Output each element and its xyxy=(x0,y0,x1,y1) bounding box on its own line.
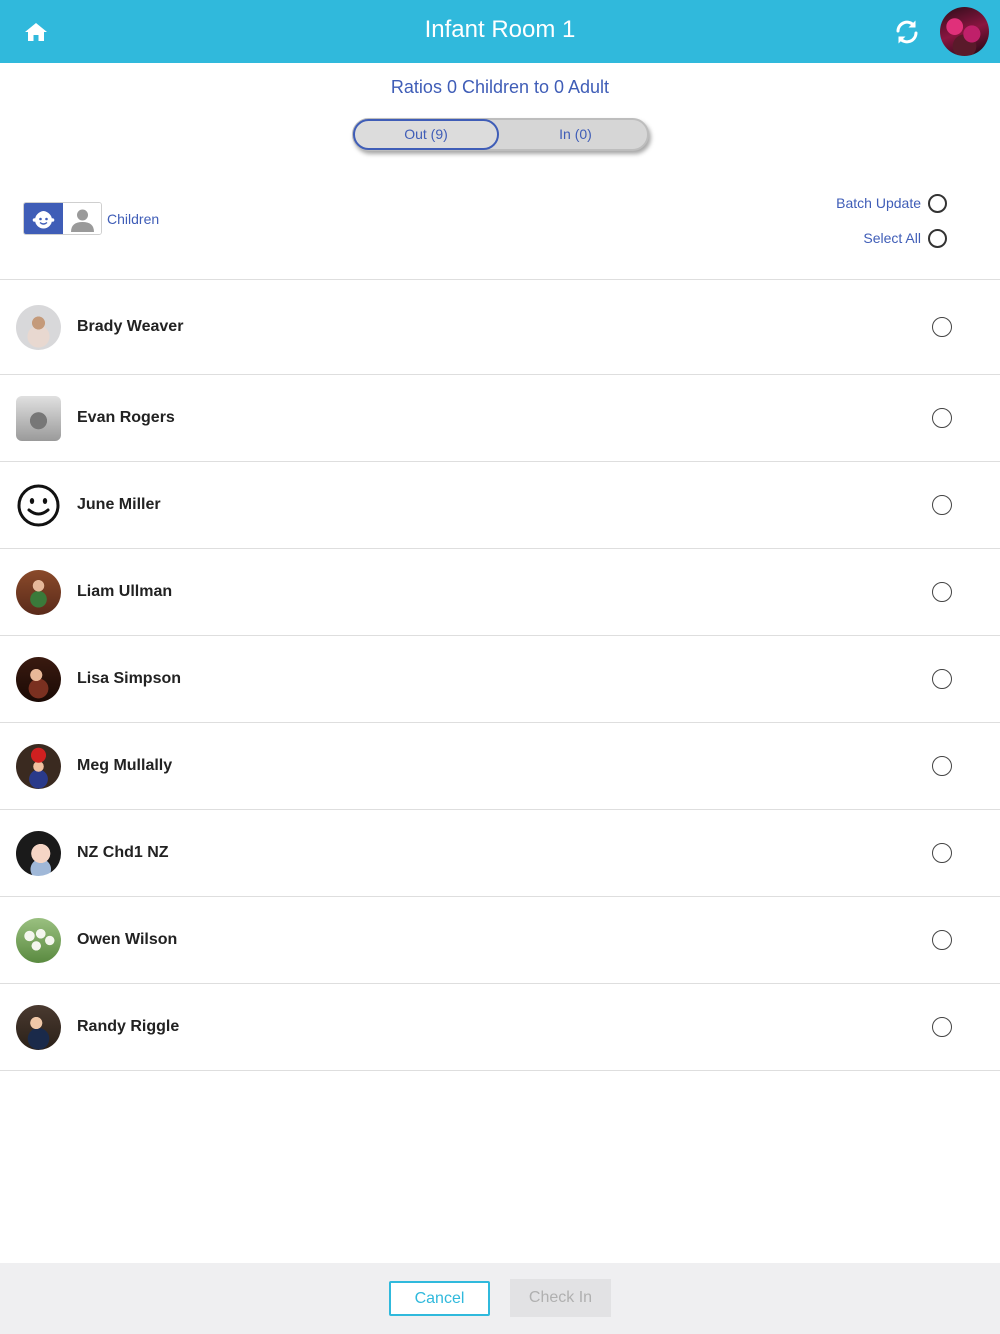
select-radio[interactable] xyxy=(932,669,952,689)
list-item[interactable]: Owen Wilson xyxy=(0,897,1000,984)
child-name: Evan Rogers xyxy=(77,409,175,426)
select-radio[interactable] xyxy=(932,317,952,337)
list-item[interactable]: Randy Riggle xyxy=(0,984,1000,1071)
child-photo xyxy=(16,831,61,876)
child-photo xyxy=(16,570,61,615)
child-photo xyxy=(16,396,61,441)
child-face-icon[interactable] xyxy=(24,203,63,234)
select-radio[interactable] xyxy=(932,756,952,776)
select-radio[interactable] xyxy=(932,495,952,515)
child-name: Owen Wilson xyxy=(77,931,178,948)
child-name: June Miller xyxy=(77,496,161,513)
child-name: Randy Riggle xyxy=(77,1018,180,1035)
batch-update-radio[interactable] xyxy=(928,194,947,213)
select-all-label: Select All xyxy=(863,230,921,246)
child-photo xyxy=(16,918,61,963)
select-radio[interactable] xyxy=(932,408,952,428)
user-avatar[interactable] xyxy=(940,7,989,56)
child-name: Meg Mullally xyxy=(77,757,173,774)
check-in-button[interactable]: Check In xyxy=(510,1279,611,1317)
list-item[interactable]: Evan Rogers xyxy=(0,375,1000,462)
select-all-radio[interactable] xyxy=(928,229,947,248)
filter-label: Children xyxy=(107,211,160,227)
child-name: Lisa Simpson xyxy=(77,670,182,687)
out-in-segmented-control: Out (9) In (0) xyxy=(352,118,649,151)
child-name: NZ Chd1 NZ xyxy=(77,844,169,861)
child-photo xyxy=(16,1005,61,1050)
list-item[interactable]: Liam Ullman xyxy=(0,549,1000,636)
smiley-placeholder-icon xyxy=(16,483,61,528)
cancel-button[interactable]: Cancel xyxy=(389,1281,490,1316)
tab-out[interactable]: Out (9) xyxy=(353,119,499,150)
footer-bar: Cancel Check In xyxy=(0,1263,1000,1334)
child-photo xyxy=(16,744,61,789)
tab-in[interactable]: In (0) xyxy=(502,120,649,149)
refresh-icon[interactable] xyxy=(890,15,924,49)
list-item[interactable]: Lisa Simpson xyxy=(0,636,1000,723)
list-item[interactable]: June Miller xyxy=(0,462,1000,549)
top-bar: Infant Room 1 xyxy=(0,0,1000,63)
child-photo xyxy=(16,305,61,350)
select-radio[interactable] xyxy=(932,930,952,950)
list-item[interactable]: Brady Weaver xyxy=(0,280,1000,375)
select-radio[interactable] xyxy=(932,843,952,863)
list-item[interactable]: Meg Mullally xyxy=(0,723,1000,810)
children-list: Brady Weaver Evan Rogers June Miller Lia… xyxy=(0,279,1000,1071)
child-photo xyxy=(16,657,61,702)
person-icon[interactable] xyxy=(63,203,101,234)
child-name: Liam Ullman xyxy=(77,583,173,600)
select-radio[interactable] xyxy=(932,1017,952,1037)
page-title: Infant Room 1 xyxy=(424,16,576,43)
batch-update-label: Batch Update xyxy=(836,195,921,211)
child-name: Brady Weaver xyxy=(77,318,184,335)
select-radio[interactable] xyxy=(932,582,952,602)
children-adult-toggle xyxy=(23,202,102,235)
ratios-text: Ratios 0 Children to 0 Adult xyxy=(390,77,610,97)
list-item[interactable]: NZ Chd1 NZ xyxy=(0,810,1000,897)
